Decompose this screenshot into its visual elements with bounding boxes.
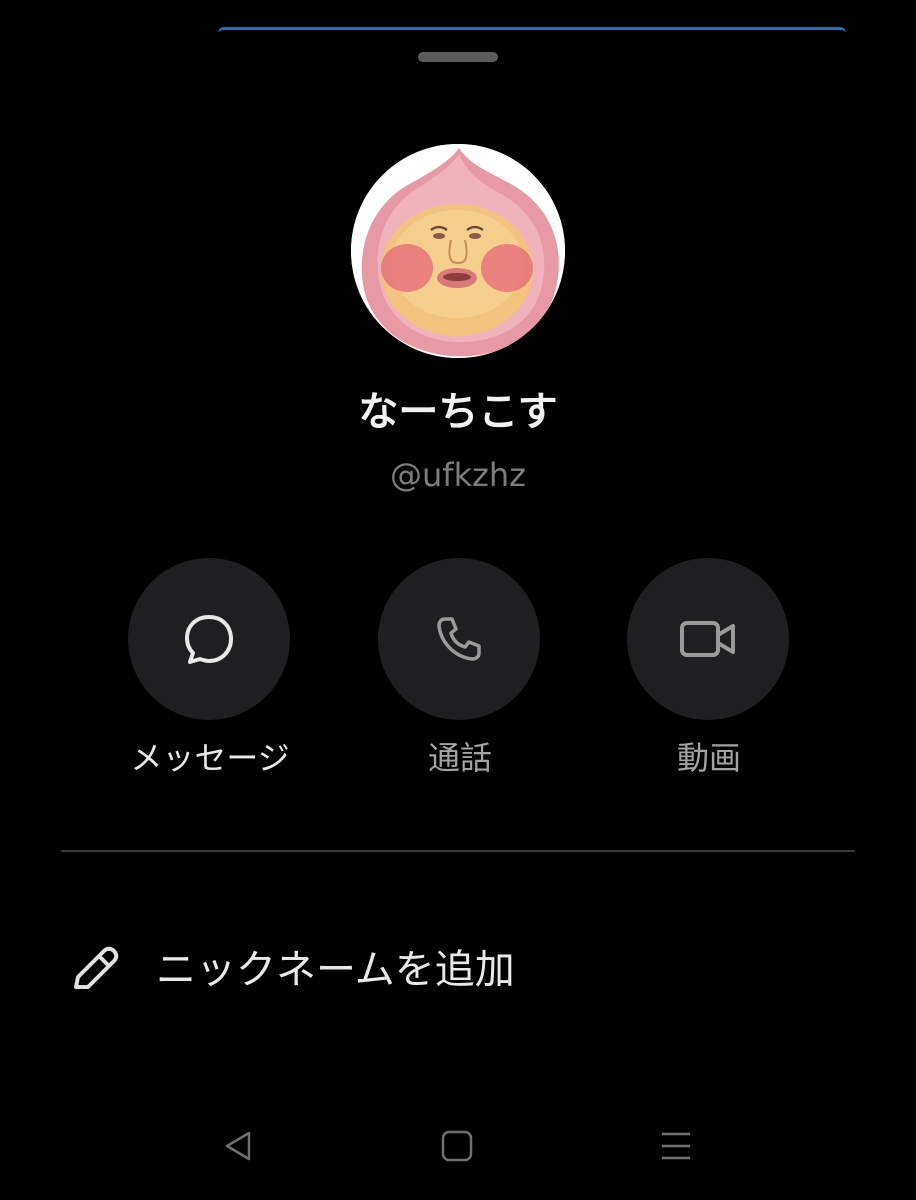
back-triangle-icon [225,1131,251,1161]
pencil-icon [66,941,122,1001]
user-handle: @ufkzhz [390,456,526,494]
avatar[interactable] [351,144,565,358]
video-label: 動画 [676,739,741,777]
nav-home-button[interactable] [427,1120,487,1172]
call-button[interactable]: 通話 [378,558,542,788]
nav-menu-button[interactable] [646,1120,706,1172]
call-label: 通話 [427,739,492,777]
message-button-circle[interactable] [128,558,290,720]
home-square-icon [441,1130,473,1162]
section-divider [61,850,855,852]
menu-lines-icon [662,1132,690,1160]
system-nav-bar [0,1100,916,1190]
nav-back-button[interactable] [208,1120,268,1172]
display-name: なーちこす [358,389,558,435]
video-button[interactable]: 動画 [627,558,791,788]
avatar-illustration [351,144,565,358]
call-button-circle[interactable] [378,558,540,720]
video-camera-icon [680,621,735,657]
add-nickname-row[interactable]: ニックネームを追加 [60,925,856,1015]
phone-icon [437,617,481,661]
message-button[interactable]: メッセージ [128,558,292,788]
message-label: メッセージ [130,739,290,777]
drag-handle[interactable] [418,52,498,62]
video-button-circle[interactable] [627,558,789,720]
message-bubble-icon [185,615,233,664]
add-nickname-label: ニックネームを追加 [156,947,515,993]
profile-bottom-sheet: なーちこす @ufkzhz メッセージ 通話 動画 ニックネームを追加 [0,0,916,1200]
